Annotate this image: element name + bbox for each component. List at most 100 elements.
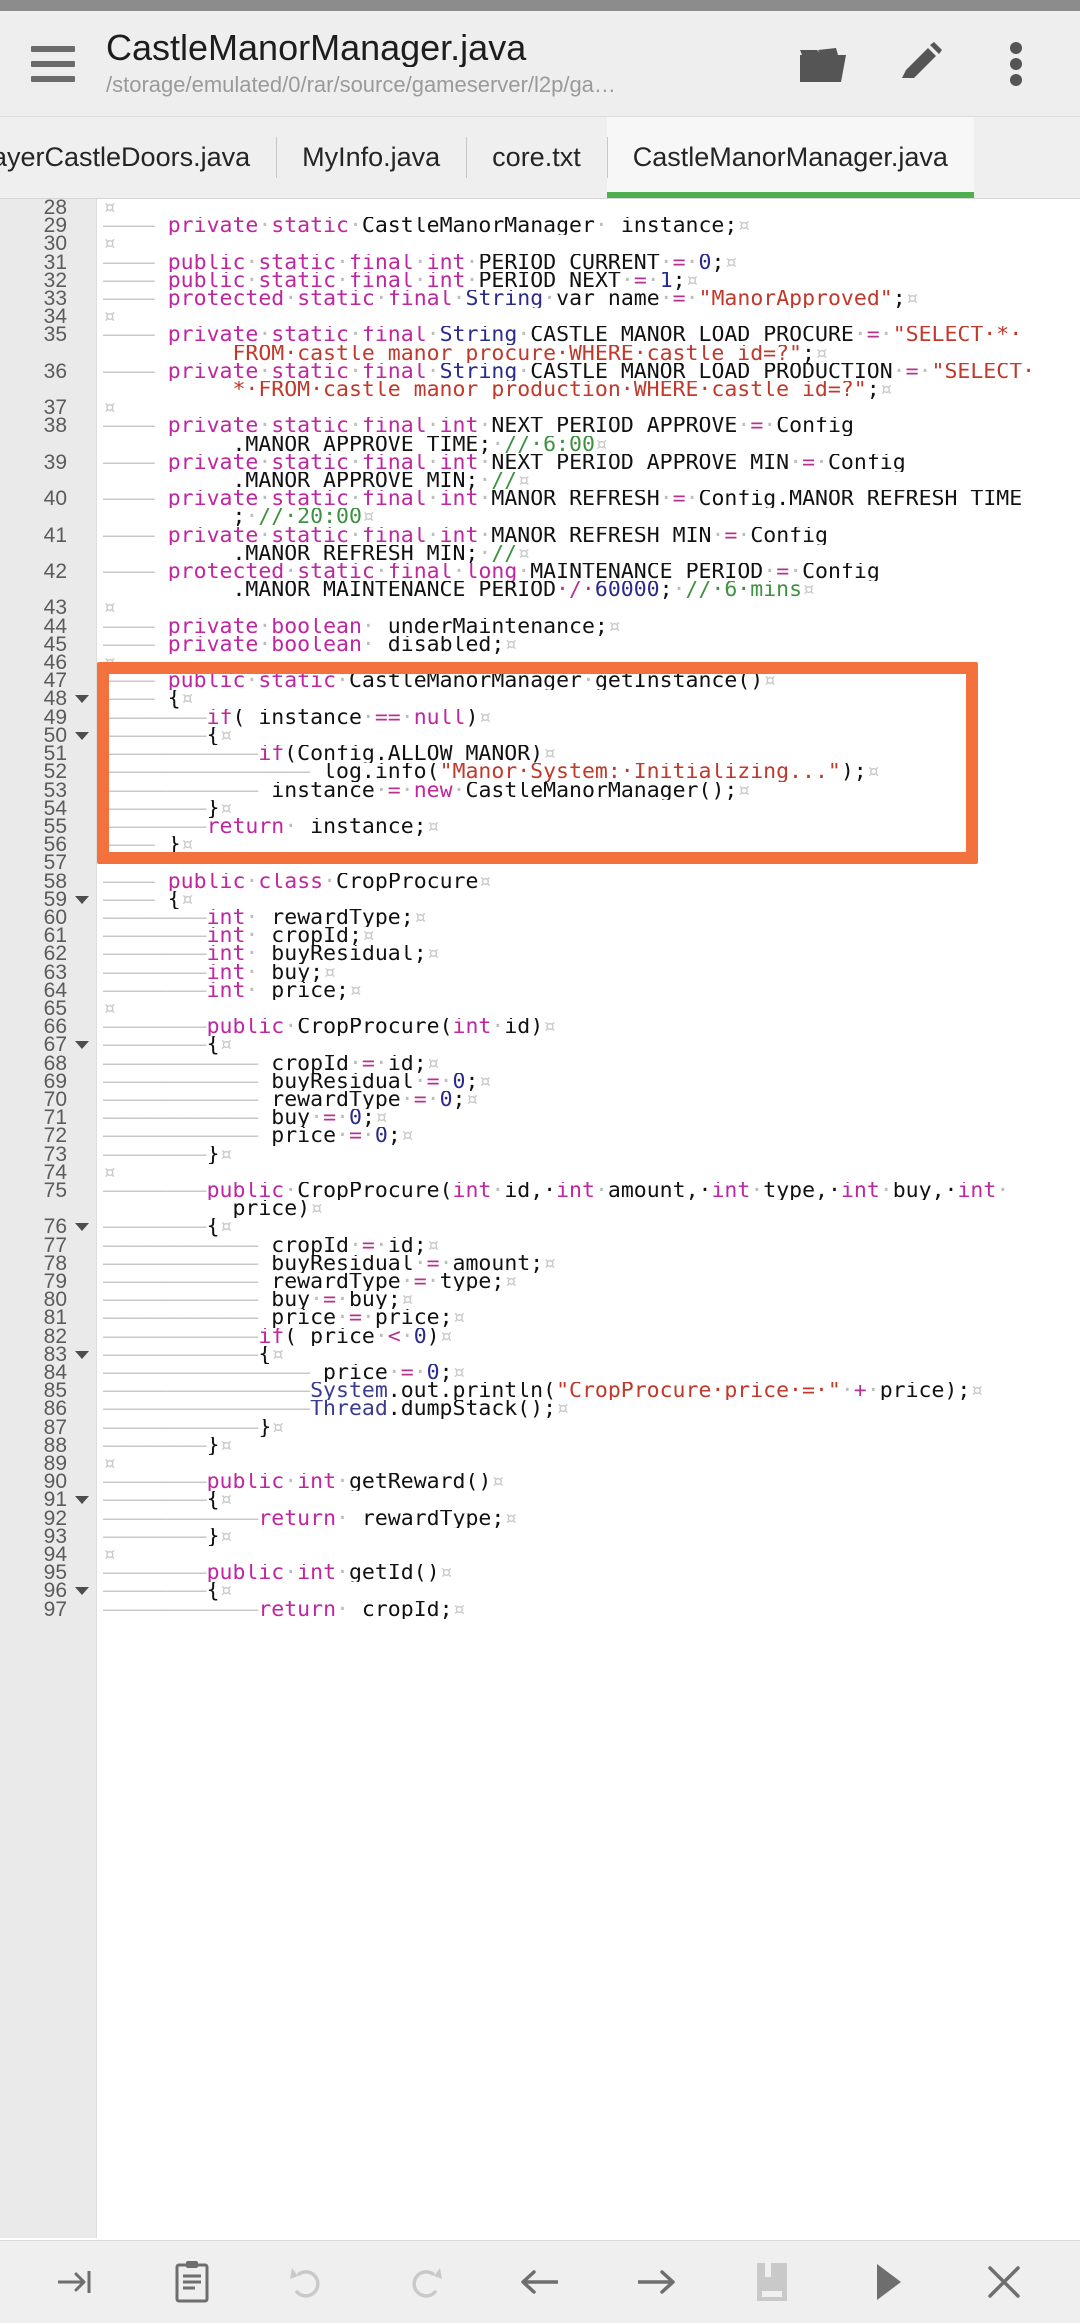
fold-toggle-icon[interactable] [75,695,89,704]
code-line[interactable]: 92 ————————————return·_rewardType;¤ [0,1508,1080,1529]
code-line[interactable]: 80 ————————————_buy·=·buy;¤ [0,1289,1080,1310]
file-tab-0[interactable]: layerCastleDoors.java [0,117,276,198]
code-line[interactable]: 41 ———— private·static·final·int·MANOR_RE… [0,525,1080,546]
code-line[interactable]: 59 ———— {¤ [0,889,1080,910]
code-line[interactable]: .MANOR_REFRESH_MIN;·//¤ [0,545,1080,563]
close-button[interactable] [965,2246,1043,2318]
code-line[interactable]: 61 ————————int·_cropId;¤ [0,925,1080,946]
code-line[interactable]: 96 ————————{¤ [0,1580,1080,1601]
code-line[interactable]: 84 ————————————————_price·=·0;¤ [0,1362,1080,1383]
code-line[interactable]: 72 ————————————_price·=·0;¤ [0,1125,1080,1146]
code-content[interactable]: 28 ¤ 29 ———— private·static·CastleManorMana… [0,199,1080,1620]
code-line[interactable]: 68 ————————————_cropId·=·id;¤ [0,1052,1080,1073]
code-line[interactable]: ;·//·20:00¤ [0,508,1080,526]
code-line[interactable]: 86 ————————————————Thread.dumpStack();¤ [0,1398,1080,1419]
code-line[interactable]: 76 ————————{¤ [0,1216,1080,1237]
code-line[interactable]: 58 ———— public·class·CropProcure¤ [0,870,1080,891]
fold-toggle-icon[interactable] [75,1587,89,1596]
file-tab-bar[interactable]: layerCastleDoors.java MyInfo.java core.txt… [0,117,1080,199]
code-line[interactable]: 50 ————————{¤ [0,725,1080,746]
code-line[interactable]: 37 ¤ [0,397,1080,418]
code-line[interactable]: 30 ¤ [0,233,1080,254]
file-tab-2[interactable]: core.txt [466,117,607,198]
code-line[interactable]: 56 ———— }¤ [0,834,1080,855]
code-line[interactable]: 71 ————————————_buy·=·0;¤ [0,1107,1080,1128]
code-line[interactable]: 66 ————————public·CropProcure(int·id)¤ [0,1016,1080,1037]
hamburger-menu-icon[interactable] [22,33,84,95]
code-line[interactable]: 51 ————————————if(Config.ALLOW_MANOR)¤ [0,743,1080,764]
code-line[interactable]: 93 ————————}¤ [0,1526,1080,1547]
code-line[interactable]: 77 ————————————_cropId·=·id;¤ [0,1234,1080,1255]
code-line[interactable]: 62 ————————int·_buyResidual;¤ [0,943,1080,964]
code-line[interactable]: 89 ¤ [0,1453,1080,1474]
code-line[interactable]: 63 ————————int·_buy;¤ [0,961,1080,982]
code-line[interactable]: price)¤ [0,1200,1080,1218]
code-line[interactable]: 95 ————————public·int·getId()¤ [0,1562,1080,1583]
code-line[interactable]: 35 ———— private·static·final·String·CASTL… [0,324,1080,345]
code-line[interactable]: 45 ———— private·boolean·_disabled;¤ [0,634,1080,655]
code-line[interactable]: 38 ———— private·static·final·int·NEXT_PER… [0,415,1080,436]
code-line[interactable]: 97 ————————————return·_cropId;¤ [0,1599,1080,1620]
code-line[interactable]: 31 ———— public·static·final·int·PERIOD_CU… [0,251,1080,272]
code-line[interactable]: .MANOR_APPROVE_MIN;·//¤ [0,472,1080,490]
code-line[interactable]: 49 ————————if(_instance·==·null)¤ [0,707,1080,728]
code-line[interactable]: 91 ————————{¤ [0,1489,1080,1510]
code-line[interactable]: 73 ————————}¤ [0,1143,1080,1164]
code-line[interactable]: 78 ————————————_buyResidual·=·amount;¤ [0,1253,1080,1274]
bottom-toolbar[interactable] [0,2240,1080,2323]
code-line[interactable]: 64 ————————int·_price;¤ [0,980,1080,1001]
fold-toggle-icon[interactable] [75,1350,89,1359]
code-line[interactable]: 46 ¤ [0,652,1080,673]
code-line[interactable]: 57 [0,852,1080,873]
code-line[interactable]: 94 ¤ [0,1544,1080,1565]
code-line[interactable]: 44 ———— private·boolean·_underMaintenance… [0,616,1080,637]
code-line[interactable]: 33 ———— protected·static·final·String·var… [0,288,1080,309]
run-button[interactable] [849,2246,927,2318]
code-line[interactable]: 81 ————————————_price·=·price;¤ [0,1307,1080,1328]
code-line[interactable]: 43 ¤ [0,597,1080,618]
back-button[interactable] [501,2246,579,2318]
code-line[interactable]: 29 ———— private·static·CastleManorManager… [0,215,1080,236]
code-editor[interactable]: 28 ¤ 29 ———— private·static·CastleManorMana… [0,199,1080,2238]
overflow-menu-button[interactable] [968,16,1064,112]
code-line[interactable]: *·FROM·castle_manor_production·WHERE·cas… [0,381,1080,399]
indent-tab-button[interactable] [37,2246,115,2318]
fold-toggle-icon[interactable] [75,895,89,904]
code-line[interactable]: 39 ———— private·static·final·int·NEXT_PER… [0,452,1080,473]
code-line[interactable]: 88 ————————}¤ [0,1435,1080,1456]
code-line[interactable]: 79 ————————————_rewardType·=·type;¤ [0,1271,1080,1292]
code-line[interactable]: 69 ————————————_buyResidual·=·0;¤ [0,1071,1080,1092]
forward-button[interactable] [617,2246,695,2318]
code-line[interactable]: 53 ————————————_instance·=·new·CastleMano… [0,779,1080,800]
code-line[interactable]: 42 ———— protected·static·final·long·MAINT… [0,561,1080,582]
file-tab-1[interactable]: MyInfo.java [276,117,466,198]
code-line[interactable]: 90 ————————public·int·getReward()¤ [0,1471,1080,1492]
code-line[interactable]: 70 ————————————_rewardType·=·0;¤ [0,1089,1080,1110]
code-line[interactable]: .MANOR_APPROVE_TIME;·//·6:00¤ [0,436,1080,454]
save-button[interactable] [733,2246,811,2318]
code-line[interactable]: 74 ¤ [0,1162,1080,1183]
code-line[interactable]: 75 ————————public·CropProcure(int·id,·int… [0,1180,1080,1201]
code-line[interactable]: 32 ———— public·static·final·int·PERIOD_NE… [0,270,1080,291]
code-line[interactable]: FROM·castle_manor_procure·WHERE·castle_i… [0,345,1080,363]
code-line[interactable]: 83 ————————————{¤ [0,1344,1080,1365]
code-line[interactable]: 87 ————————————}¤ [0,1416,1080,1437]
clipboard-button[interactable] [153,2246,231,2318]
code-line[interactable]: 47 ———— public·static·CastleManorManager·… [0,670,1080,691]
code-line[interactable]: 65 ¤ [0,998,1080,1019]
code-line[interactable]: 60 ————————int·_rewardType;¤ [0,907,1080,928]
code-line[interactable]: .MANOR_MAINTENANCE_PERIOD·/·60000;·//·6·… [0,581,1080,599]
fold-toggle-icon[interactable] [75,731,89,740]
edit-button[interactable] [872,16,968,112]
code-line[interactable]: 67 ————————{¤ [0,1034,1080,1055]
code-line[interactable]: 85 ————————————————System.out.println("Cr… [0,1380,1080,1401]
redo-button[interactable] [385,2246,463,2318]
fold-toggle-icon[interactable] [75,1223,89,1232]
open-folder-button[interactable] [776,16,872,112]
code-line[interactable]: 55 ————————return·_instance;¤ [0,816,1080,837]
fold-toggle-icon[interactable] [75,1041,89,1050]
code-line[interactable]: 34 ¤ [0,306,1080,327]
file-tab-3[interactable]: CastleManorManager.java [606,117,975,198]
code-line[interactable]: 36 ———— private·static·final·String·CASTL… [0,361,1080,382]
code-line[interactable]: 54 ————————}¤ [0,798,1080,819]
